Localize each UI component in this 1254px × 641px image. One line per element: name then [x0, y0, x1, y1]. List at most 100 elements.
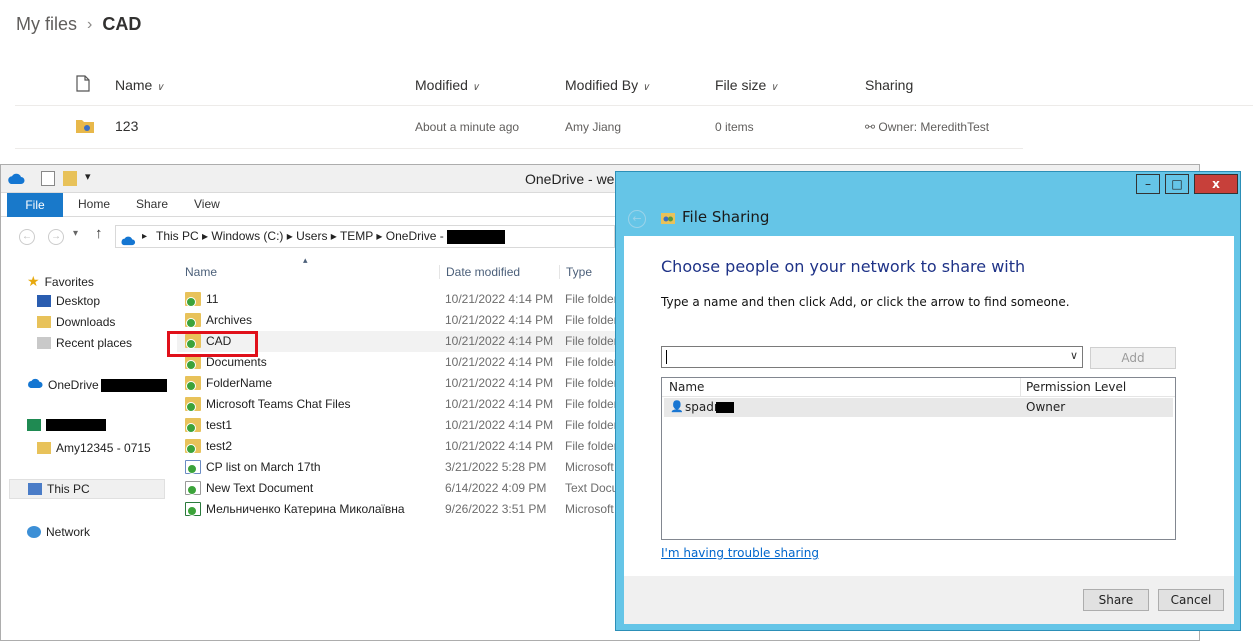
dialog-footer: Share Cancel: [624, 576, 1234, 624]
file-row[interactable]: test2 10/21/2022 4:14 PM File folder: [177, 436, 618, 457]
column-modified[interactable]: Modified ∨: [415, 77, 479, 93]
minimize-button[interactable]: –: [1136, 174, 1160, 194]
user-name: spadr: [685, 400, 719, 414]
table-row[interactable]: 👤 spadr Owner: [664, 398, 1173, 417]
nav-desktop[interactable]: Desktop: [37, 294, 100, 308]
permission-table: Name Permission Level 👤 spadr Owner: [661, 377, 1176, 540]
ribbon-tab-home[interactable]: Home: [78, 197, 110, 211]
onedrive-icon: [27, 378, 43, 392]
up-arrow-icon[interactable]: ↑: [95, 225, 103, 242]
nav-thispc[interactable]: This PC: [9, 479, 165, 499]
chevron-right-icon: ▸: [142, 231, 148, 242]
chevron-down-icon: ∨: [642, 82, 650, 93]
file-sharing-icon: [660, 210, 676, 230]
text-cursor: [666, 350, 667, 364]
onedrive-icon: [7, 172, 25, 190]
share-name-input[interactable]: ∨: [661, 346, 1083, 368]
maximize-button[interactable]: □: [1165, 174, 1189, 194]
file-row[interactable]: Archives 10/21/2022 4:14 PM File folder: [177, 310, 618, 331]
table-row[interactable]: 123 About a minute ago Amy Jiang 0 items…: [15, 106, 1023, 149]
chevron-down-icon[interactable]: ∨: [1070, 349, 1078, 362]
ribbon-tab-view[interactable]: View: [194, 197, 220, 211]
close-button[interactable]: x: [1194, 174, 1238, 194]
shared-folder-icon: [76, 118, 94, 137]
ribbon-tab-share[interactable]: Share: [136, 197, 168, 211]
address-input[interactable]: ▸ This PC ▸ Windows (C:) ▸ Users ▸ TEMP …: [115, 225, 615, 248]
add-button[interactable]: Add: [1090, 347, 1176, 369]
file-row[interactable]: 11 10/21/2022 4:14 PM File folder: [177, 289, 618, 310]
ribbon-tab-file[interactable]: File: [7, 193, 63, 217]
text-document-icon: [185, 481, 201, 495]
file-row[interactable]: FolderName 10/21/2022 4:14 PM File folder: [177, 373, 618, 394]
file-row[interactable]: Мельниченко Катерина Миколаївна 9/26/2022…: [177, 499, 617, 520]
folder-icon: [185, 418, 201, 433]
column-permission[interactable]: Permission Level: [1026, 380, 1126, 394]
recent-places-icon: [37, 337, 51, 349]
user-permission[interactable]: Owner: [1026, 400, 1065, 414]
nav-amy[interactable]: Amy12345 - 0715: [37, 441, 151, 455]
nav-downloads[interactable]: Downloads: [37, 315, 115, 329]
trouble-sharing-link[interactable]: I'm having trouble sharing: [661, 546, 819, 560]
address-segment[interactable]: TEMP: [340, 229, 373, 243]
column-date[interactable]: Date modified: [439, 265, 520, 279]
address-segment[interactable]: This PC: [156, 229, 199, 243]
nav-network[interactable]: Network: [27, 525, 90, 539]
properties-icon[interactable]: [41, 171, 55, 186]
file-list-header: Name ▴ Date modified Type: [177, 255, 617, 287]
column-divider: [1020, 378, 1021, 397]
column-file-size[interactable]: File size ∨: [715, 77, 778, 93]
cancel-button[interactable]: Cancel: [1158, 589, 1224, 611]
redaction-bar: [716, 402, 734, 413]
nav-favorites[interactable]: ★ Favorites: [27, 273, 94, 290]
redaction-bar: [100, 378, 167, 392]
nav-recent[interactable]: Recent places: [37, 336, 132, 350]
folder-icon: [37, 442, 51, 454]
excel-document-icon: [185, 502, 201, 516]
breadcrumb-root[interactable]: My files: [16, 14, 77, 35]
navigation-pane: ★ Favorites Desktop Downloads Recent plac…: [9, 255, 167, 640]
breadcrumb: My files › CAD: [16, 14, 141, 35]
row-modified-by: Amy Jiang: [565, 120, 622, 134]
chevron-right-icon: ›: [87, 15, 93, 33]
address-segment[interactable]: OneDrive -: [386, 229, 447, 243]
back-arrow-icon[interactable]: ←: [19, 229, 35, 245]
column-modified-by[interactable]: Modified By ∨: [565, 77, 649, 93]
share-button[interactable]: Share: [1083, 589, 1149, 611]
column-name[interactable]: Name: [669, 380, 704, 394]
quick-access-dropdown-icon[interactable]: ▾: [85, 170, 91, 183]
row-name[interactable]: 123: [115, 118, 138, 134]
folder-icon: [185, 397, 201, 412]
desktop-icon: [37, 295, 51, 307]
back-arrow-icon[interactable]: ←: [628, 210, 646, 228]
nav-onedrive[interactable]: OneDrive: [27, 378, 167, 392]
explorer-title: OneDrive - we: [525, 171, 615, 187]
file-row[interactable]: test1 10/21/2022 4:14 PM File folder: [177, 415, 618, 436]
star-icon: ★: [27, 273, 40, 289]
column-name[interactable]: Name: [185, 265, 217, 279]
address-segment[interactable]: Users: [296, 229, 327, 243]
file-row[interactable]: New Text Document 6/14/2022 4:09 PM Text D…: [177, 478, 618, 499]
web-list-header: Name ∨ Modified ∨ Modified By ∨ File size ∨ …: [15, 66, 1253, 106]
redaction-bar: [46, 419, 106, 431]
column-type[interactable]: Type: [559, 265, 592, 279]
forward-arrow-icon[interactable]: →: [48, 229, 64, 245]
new-folder-icon[interactable]: [63, 171, 77, 186]
address-segment[interactable]: Windows (C:): [211, 229, 283, 243]
file-row[interactable]: Microsoft Teams Chat Files 10/21/2022 4:1…: [177, 394, 618, 415]
column-name[interactable]: Name ∨: [115, 77, 164, 93]
row-file-size: 0 items: [715, 120, 754, 134]
link-icon: ⚯: [865, 120, 876, 134]
redaction-bar: [447, 229, 506, 244]
nav-sharepoint[interactable]: [27, 419, 106, 431]
column-sharing[interactable]: Sharing: [865, 77, 913, 93]
file-type-icon[interactable]: [76, 75, 90, 95]
chevron-down-icon[interactable]: ▾: [73, 228, 78, 239]
computer-icon: [28, 483, 42, 495]
chevron-down-icon: ∨: [770, 82, 778, 93]
sharepoint-icon: [27, 419, 41, 431]
folder-icon: [185, 439, 201, 454]
document-icon: [185, 460, 201, 474]
table-header: Name Permission Level: [662, 378, 1175, 397]
folder-icon: [185, 376, 201, 391]
file-row[interactable]: CP list on March 17th 3/21/2022 5:28 PM Mi…: [177, 457, 617, 478]
